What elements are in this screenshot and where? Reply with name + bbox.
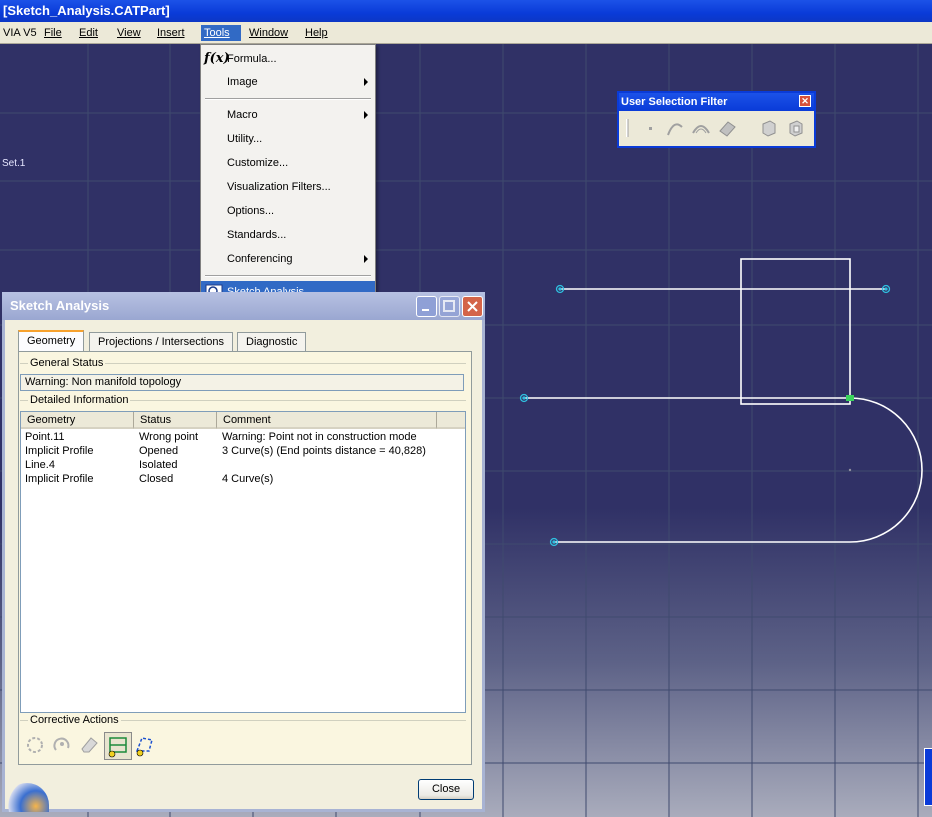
row-geometry: Implicit Profile: [25, 445, 94, 457]
surface-filter-icon[interactable]: [690, 117, 712, 139]
point-filter-icon[interactable]: [639, 117, 661, 139]
hide-geometry-icon[interactable]: [132, 732, 158, 758]
row-status: Isolated: [139, 459, 178, 471]
dialog-title-bar[interactable]: Sketch Analysis: [2, 292, 485, 320]
column-header-filler: [437, 412, 465, 429]
detailed-information-label: Detailed Information: [28, 394, 131, 406]
tab-projections-intersections[interactable]: Projections / Intersections: [89, 332, 233, 352]
close-opened-profile-icon[interactable]: [49, 732, 75, 758]
curve-filter-icon[interactable]: [664, 117, 686, 139]
close-button[interactable]: Close: [418, 779, 474, 800]
arc-center-point: [848, 468, 852, 472]
menu-bar: VIA V5 File Edit View Insert Tools Windo…: [0, 22, 932, 44]
menu-window[interactable]: Window: [246, 25, 291, 41]
minimize-button[interactable]: [416, 296, 437, 317]
menu-item-conferencing[interactable]: Conferencing: [201, 248, 375, 270]
submenu-arrow-icon: [364, 255, 368, 263]
sketch-arc: [849, 397, 923, 543]
menu-item-label: Visualization Filters...: [227, 181, 331, 193]
sketch-rectangle: [740, 258, 851, 405]
menu-view[interactable]: View: [114, 25, 144, 41]
menu-separator: [205, 98, 371, 100]
set-construction-icon[interactable]: [22, 732, 48, 758]
menu-item-standards[interactable]: Standards...: [201, 224, 375, 246]
row-status: Opened: [139, 445, 179, 457]
menu-item-utility[interactable]: Utility...: [201, 128, 375, 150]
hide-constraints-icon[interactable]: [104, 732, 132, 760]
menu-insert[interactable]: Insert: [154, 25, 188, 41]
geometrical-element-filter-icon[interactable]: [785, 117, 807, 139]
close-icon[interactable]: ✕: [799, 95, 811, 107]
submenu-arrow-icon: [364, 111, 368, 119]
menu-item-label: Conferencing: [227, 253, 293, 265]
menu-item-label: Image: [227, 76, 258, 88]
general-status-field: Warning: Non manifold topology: [20, 374, 464, 391]
maximize-button: [439, 296, 460, 317]
corrective-actions-label: Corrective Actions: [28, 714, 121, 726]
menu-item-customize[interactable]: Customize...: [201, 152, 375, 174]
row-geometry: Implicit Profile: [25, 473, 94, 485]
menu-item-label: Utility...: [227, 133, 263, 145]
minimize-icon: [422, 309, 429, 311]
toolbar-grip-icon: [626, 119, 629, 137]
menu-item-label: Customize...: [227, 157, 289, 169]
dialog-title: Sketch Analysis: [10, 298, 110, 313]
dialog-close-button[interactable]: [462, 296, 483, 317]
erase-icon[interactable]: [76, 732, 102, 758]
row-geometry: Line.4: [25, 459, 55, 471]
menu-item-options[interactable]: Options...: [201, 200, 375, 222]
menu-tools[interactable]: Tools: [201, 25, 241, 41]
menu-item-macro[interactable]: Macro: [201, 104, 375, 126]
menu-via-v5[interactable]: VIA V5: [0, 25, 40, 41]
filter-buttons: [622, 114, 812, 144]
row-comment: 3 Curve(s) (End points distance = 40,828…: [222, 445, 426, 457]
window-title: [Sketch_Analysis.CATPart]: [0, 0, 932, 22]
tree-set-label[interactable]: Set.1: [2, 158, 25, 169]
menu-item-label: Options...: [227, 205, 275, 217]
row-comment: Warning: Point not in construction mode: [222, 431, 417, 443]
row-status: Closed: [139, 473, 174, 485]
sketch-geometry[interactable]: [524, 258, 923, 543]
column-header-comment[interactable]: Comment: [217, 412, 437, 429]
menu-item-label: Macro: [227, 109, 258, 121]
partial-toolbar[interactable]: [924, 748, 932, 806]
menu-item-formula[interactable]: f(x) Formula...: [201, 48, 375, 70]
row-comment: 4 Curve(s): [222, 473, 274, 485]
row-geometry: Point.11: [25, 431, 65, 443]
tools-menu: f(x) Formula... Image Macro Utility... C…: [200, 44, 376, 306]
menu-item-image[interactable]: Image: [201, 71, 375, 93]
corrective-actions-toolbar: [20, 728, 467, 762]
maximize-icon: [443, 300, 455, 312]
tab-geometry[interactable]: Geometry: [18, 330, 85, 352]
close-icon: [467, 301, 478, 312]
user-selection-filter-toolbar: User Selection Filter ✕: [617, 91, 816, 148]
toolbar-title[interactable]: User Selection Filter ✕: [619, 93, 814, 111]
column-header-status[interactable]: Status: [134, 412, 217, 429]
toolbar-title-text: User Selection Filter: [621, 96, 728, 108]
tab-diagnostic[interactable]: Diagnostic: [237, 332, 307, 352]
volume-filter-icon[interactable]: [716, 117, 738, 139]
menu-item-visualization-filters[interactable]: Visualization Filters...: [201, 176, 375, 198]
menu-separator: [205, 275, 371, 277]
tangency-marker: [846, 395, 854, 401]
general-status-label: General Status: [28, 357, 106, 369]
feature-element-filter-icon[interactable]: [758, 117, 780, 139]
submenu-arrow-icon: [364, 78, 368, 86]
menu-help[interactable]: Help: [302, 25, 331, 41]
menu-file[interactable]: File: [41, 25, 65, 41]
menu-item-label: Standards...: [227, 229, 287, 241]
menu-item-label: Formula...: [227, 53, 277, 65]
row-status: Wrong point: [139, 431, 199, 443]
column-header-geometry[interactable]: Geometry: [21, 412, 134, 429]
formula-icon: f(x): [204, 51, 230, 66]
geometry-list[interactable]: Geometry Status Comment Point.11 Wrong p…: [20, 411, 466, 713]
menu-edit[interactable]: Edit: [76, 25, 101, 41]
